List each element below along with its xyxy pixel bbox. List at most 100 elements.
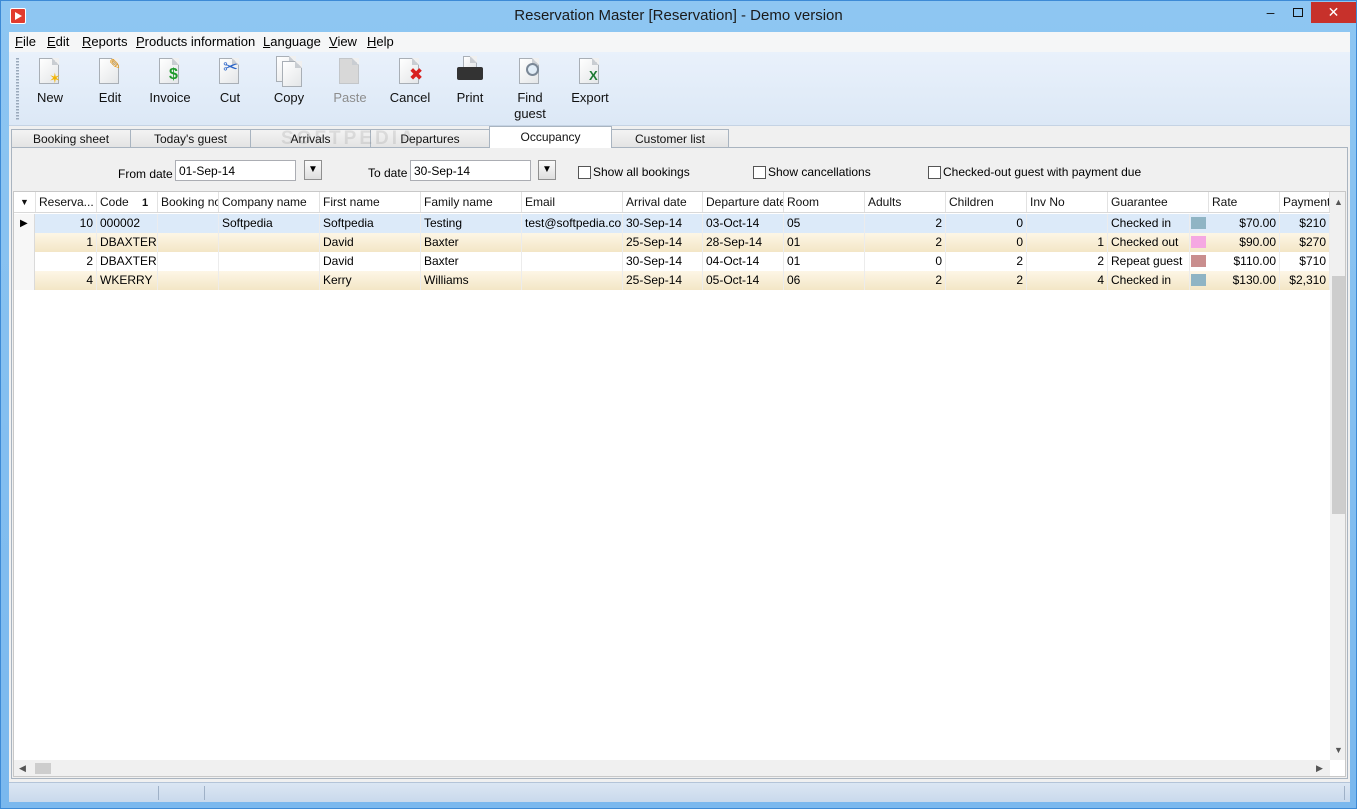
scroll-down-icon[interactable]: ▼ bbox=[1334, 745, 1343, 755]
scroll-up-icon[interactable]: ▲ bbox=[1334, 197, 1343, 207]
cell-payment[interactable]: $2,310 bbox=[1280, 271, 1330, 290]
menu-products-information[interactable]: Products information bbox=[136, 34, 255, 49]
cell-guarantee[interactable]: Checked in bbox=[1108, 271, 1190, 290]
cell-family[interactable]: Baxter bbox=[421, 252, 522, 271]
col-payment[interactable]: Payment bbox=[1280, 192, 1330, 212]
cell-departure[interactable]: 04-Oct-14 bbox=[703, 252, 784, 271]
horizontal-scrollbar[interactable]: ◀ ▶ bbox=[14, 760, 1330, 776]
close-button[interactable]: ✕ bbox=[1311, 2, 1356, 23]
row-indicator[interactable] bbox=[14, 271, 35, 290]
cell-children[interactable]: 2 bbox=[946, 271, 1027, 290]
cell-family[interactable]: Baxter bbox=[421, 233, 522, 252]
col-reservation[interactable]: Reserva... bbox=[36, 192, 97, 212]
cell-res[interactable]: 4 bbox=[36, 271, 97, 290]
scroll-left-icon[interactable]: ◀ bbox=[19, 763, 26, 774]
cell-adults[interactable]: 2 bbox=[865, 233, 946, 252]
cell-arrival[interactable]: 25-Sep-14 bbox=[623, 271, 703, 290]
cell-inv[interactable] bbox=[1027, 214, 1108, 233]
cell-adults[interactable]: 2 bbox=[865, 271, 946, 290]
cell-email[interactable] bbox=[522, 252, 623, 271]
cell-family[interactable]: Williams bbox=[421, 271, 522, 290]
cell-children[interactable]: 2 bbox=[946, 252, 1027, 271]
cell-room[interactable]: 01 bbox=[784, 252, 865, 271]
to-date-input[interactable] bbox=[410, 160, 531, 181]
col-children[interactable]: Children bbox=[946, 192, 1027, 212]
col-adults[interactable]: Adults bbox=[865, 192, 946, 212]
edit-button[interactable]: ✎ Edit bbox=[81, 56, 139, 122]
menu-edit[interactable]: Edit bbox=[47, 34, 69, 49]
cell-company[interactable] bbox=[219, 233, 320, 252]
cell-booking[interactable] bbox=[158, 233, 219, 252]
cell-arrival[interactable]: 25-Sep-14 bbox=[623, 233, 703, 252]
print-button[interactable]: Print bbox=[441, 56, 499, 122]
cell-payment[interactable]: $270 bbox=[1280, 233, 1330, 252]
cell-first[interactable]: David bbox=[320, 233, 421, 252]
cell-arrival[interactable]: 30-Sep-14 bbox=[623, 252, 703, 271]
tab-customer-list[interactable]: Customer list bbox=[611, 129, 729, 148]
col-rate[interactable]: Rate bbox=[1209, 192, 1280, 212]
checked-out-payment-due-checkbox[interactable]: Checked-out guest with payment due bbox=[928, 165, 1141, 179]
cell-email[interactable] bbox=[522, 271, 623, 290]
column-chooser-icon[interactable]: ▼ bbox=[14, 192, 36, 212]
col-inv-no[interactable]: Inv No bbox=[1027, 192, 1108, 212]
cell-adults[interactable]: 0 bbox=[865, 252, 946, 271]
cell-first[interactable]: David bbox=[320, 252, 421, 271]
invoice-button[interactable]: $ Invoice bbox=[141, 56, 199, 122]
tab-occupancy[interactable]: Occupancy bbox=[489, 126, 612, 148]
col-room[interactable]: Room bbox=[784, 192, 865, 212]
scroll-right-icon[interactable]: ▶ bbox=[1316, 763, 1323, 774]
new-button[interactable]: ✶ New bbox=[21, 56, 79, 122]
vertical-scroll-thumb[interactable] bbox=[1332, 276, 1345, 514]
from-date-input[interactable] bbox=[175, 160, 296, 181]
cell-guarantee[interactable]: Checked out bbox=[1108, 233, 1190, 252]
col-first-name[interactable]: First name bbox=[320, 192, 421, 212]
toolbar-grip[interactable] bbox=[16, 58, 19, 120]
cell-children[interactable]: 0 bbox=[946, 214, 1027, 233]
from-date-picker-button[interactable]: ▼ bbox=[304, 160, 322, 180]
cell-guarantee[interactable]: Checked in bbox=[1108, 214, 1190, 233]
maximize-button[interactable] bbox=[1284, 2, 1311, 23]
cell-code[interactable]: DBAXTER bbox=[97, 252, 158, 271]
cell-code[interactable]: WKERRY bbox=[97, 271, 158, 290]
cell-booking[interactable] bbox=[158, 252, 219, 271]
menu-file[interactable]: File bbox=[15, 34, 36, 49]
cell-payment[interactable]: $210 bbox=[1280, 214, 1330, 233]
cut-button[interactable]: ✂ Cut bbox=[201, 56, 259, 122]
table-row[interactable]: 2 DBAXTER David Baxter 30-Sep-14 04-Oct-14 01 0… bbox=[14, 252, 1330, 271]
cell-departure[interactable]: 03-Oct-14 bbox=[703, 214, 784, 233]
cell-res[interactable]: 2 bbox=[36, 252, 97, 271]
cell-code[interactable]: 000002 bbox=[97, 214, 158, 233]
cell-rate[interactable]: $90.00 bbox=[1209, 233, 1280, 252]
cell-children[interactable]: 0 bbox=[946, 233, 1027, 252]
col-booking-no[interactable]: Booking no bbox=[158, 192, 219, 212]
cell-inv[interactable]: 4 bbox=[1027, 271, 1108, 290]
cell-room[interactable]: 06 bbox=[784, 271, 865, 290]
table-row[interactable]: 1 DBAXTER David Baxter 25-Sep-14 28-Sep-14 01 2… bbox=[14, 233, 1330, 252]
cell-departure[interactable]: 05-Oct-14 bbox=[703, 271, 784, 290]
cell-company[interactable] bbox=[219, 252, 320, 271]
cell-room[interactable]: 01 bbox=[784, 233, 865, 252]
cell-email[interactable]: test@softpedia.com bbox=[522, 214, 623, 233]
find-guest-button[interactable]: Find guest bbox=[501, 56, 559, 122]
cell-rate[interactable]: $70.00 bbox=[1209, 214, 1280, 233]
horizontal-scroll-thumb[interactable] bbox=[35, 763, 51, 774]
cell-room[interactable]: 05 bbox=[784, 214, 865, 233]
cell-booking[interactable] bbox=[158, 271, 219, 290]
cell-rate[interactable]: $130.00 bbox=[1209, 271, 1280, 290]
cell-guarantee[interactable]: Repeat guest bbox=[1108, 252, 1190, 271]
title-bar[interactable]: Reservation Master [Reservation] - Demo … bbox=[1, 1, 1356, 32]
col-family-name[interactable]: Family name bbox=[421, 192, 522, 212]
export-button[interactable]: X Export bbox=[561, 56, 619, 122]
to-date-picker-button[interactable]: ▼ bbox=[538, 160, 556, 180]
cell-payment[interactable]: $710 bbox=[1280, 252, 1330, 271]
menu-reports[interactable]: Reports bbox=[82, 34, 128, 49]
cell-adults[interactable]: 2 bbox=[865, 214, 946, 233]
minimize-button[interactable]: – bbox=[1257, 2, 1284, 23]
cell-company[interactable]: Softpedia bbox=[219, 214, 320, 233]
cell-arrival[interactable]: 30-Sep-14 bbox=[623, 214, 703, 233]
col-code[interactable]: Code 1 bbox=[97, 192, 158, 212]
vertical-scrollbar[interactable]: ▲ ▼ bbox=[1330, 192, 1345, 760]
current-row-indicator[interactable]: ▶ bbox=[14, 214, 35, 233]
menu-language[interactable]: Language bbox=[263, 34, 321, 49]
cell-res[interactable]: 1 bbox=[36, 233, 97, 252]
